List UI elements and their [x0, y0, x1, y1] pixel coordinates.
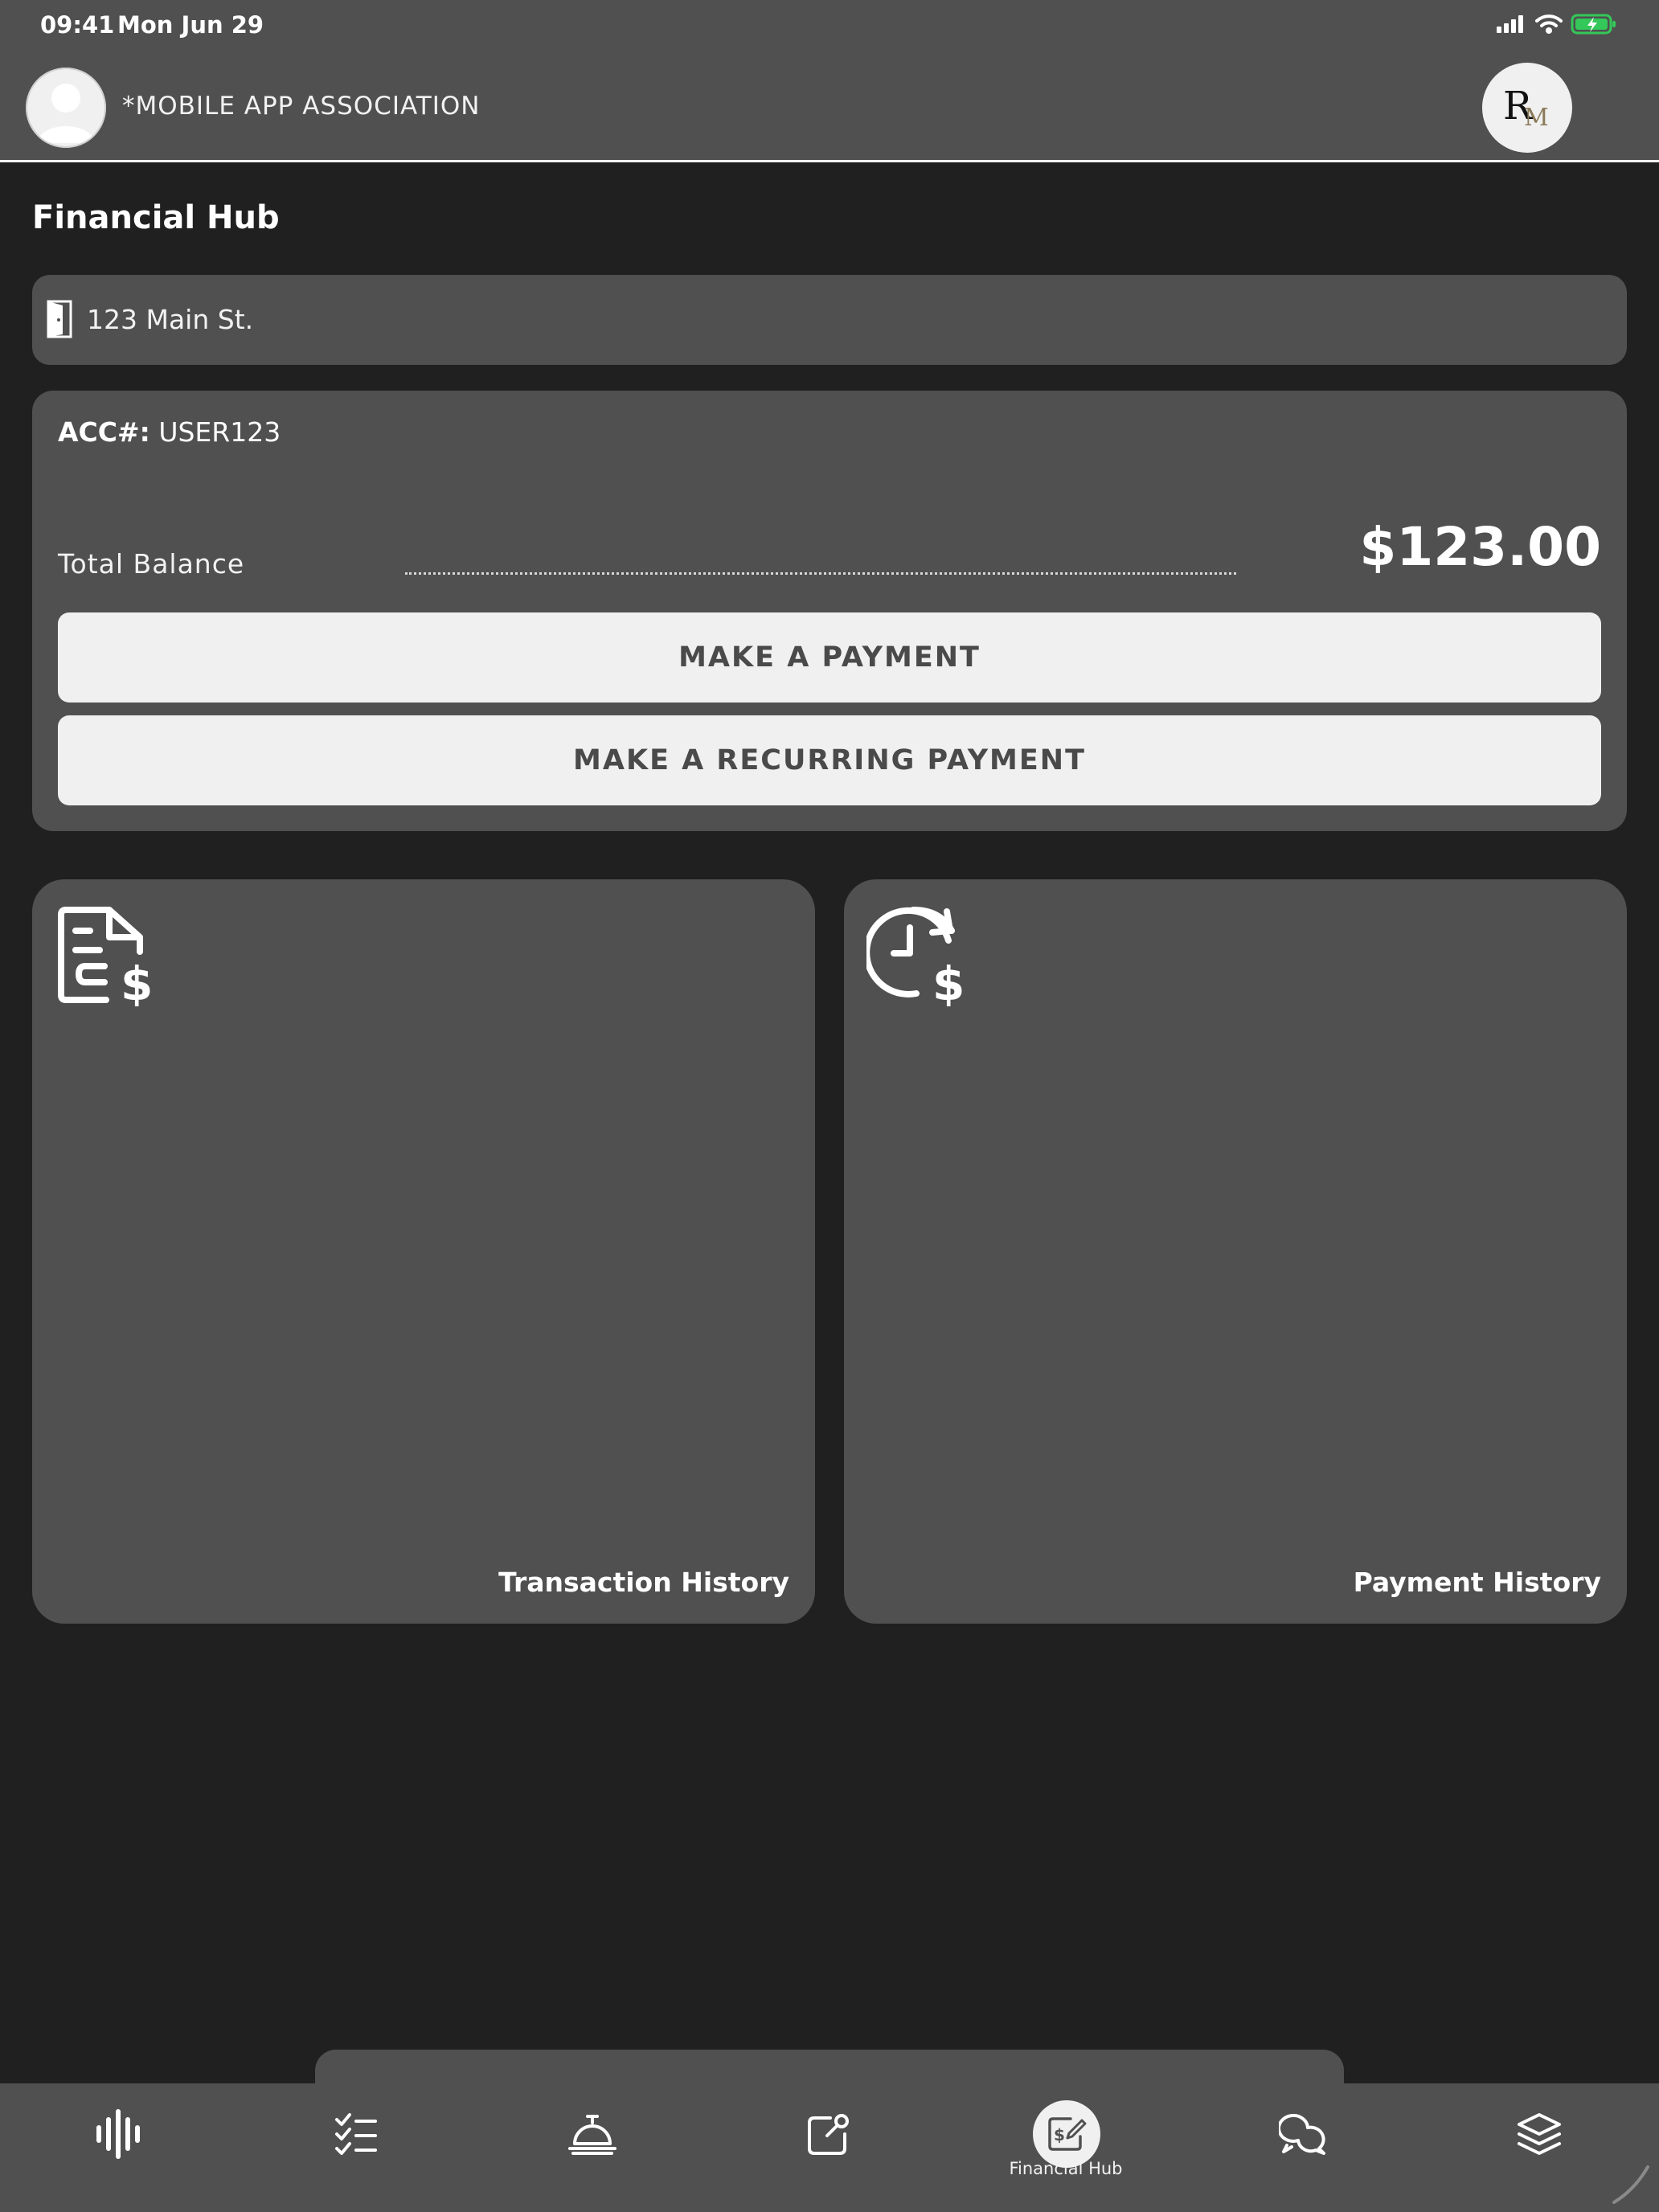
app-header: *MOBILE APP ASSOCIATION R M [0, 51, 1659, 162]
svg-text:$: $ [1054, 2125, 1065, 2144]
address-text: 123 Main St. [87, 304, 254, 335]
status-bar: 09:41 Mon Jun 29 [0, 0, 1659, 51]
balance-leader-divider [405, 572, 1236, 575]
audio-wave-icon [96, 2109, 140, 2159]
page-title: Financial Hub [32, 199, 280, 236]
logo-letter-m: M [1524, 104, 1549, 132]
nav-item-requests[interactable] [784, 2090, 873, 2178]
nav-item-more[interactable] [1495, 2090, 1583, 2178]
transaction-history-label: Transaction History [498, 1567, 789, 1598]
user-avatar-icon[interactable] [26, 68, 106, 148]
account-number-value: USER123 [158, 416, 281, 448]
service-bell-icon [568, 2115, 616, 2155]
svg-text:$: $ [121, 956, 153, 1006]
brand-logo[interactable]: R M [1482, 63, 1572, 153]
wifi-icon [1535, 14, 1563, 34]
clock-dollar-icon: $ [866, 907, 965, 1006]
balance-label: Total Balance [58, 548, 245, 580]
transaction-history-tile[interactable]: $ Transaction History [32, 879, 815, 1624]
payment-history-label: Payment History [1353, 1567, 1601, 1598]
layers-icon [1518, 2113, 1561, 2155]
account-card: ACC#: USER123 Total Balance $123.00 MAKE… [32, 391, 1627, 831]
nav-item-concierge[interactable] [548, 2090, 637, 2178]
edit-square-icon [808, 2114, 849, 2155]
door-icon [47, 300, 72, 338]
dollar-document-edit-icon: $ [1048, 2117, 1087, 2151]
status-icons [1495, 13, 1617, 35]
nav-item-activity[interactable] [74, 2090, 162, 2178]
status-date: Mon Jun 29 [117, 11, 264, 39]
organization-name: *MOBILE APP ASSOCIATION [122, 92, 481, 121]
nav-active-indicator: $ [1033, 2100, 1100, 2168]
battery-charging-icon [1571, 14, 1616, 35]
nav-item-tasks[interactable] [312, 2090, 400, 2178]
svg-text:$: $ [932, 956, 965, 1006]
account-number-label: ACC#: [58, 416, 150, 448]
checklist-icon [335, 2113, 377, 2155]
invoice-dollar-icon: $ [58, 907, 153, 1006]
nav-item-financial-hub-label: Financial Hub [1009, 2159, 1123, 2178]
cellular-signal-icon [1497, 15, 1523, 33]
payment-history-tile[interactable]: $ Payment History [844, 879, 1627, 1624]
chat-bubbles-icon [1279, 2113, 1325, 2155]
property-selector[interactable]: 123 Main St. [32, 275, 1627, 365]
resize-grabber-icon [1612, 2165, 1649, 2204]
account-number: ACC#: USER123 [58, 416, 281, 448]
nav-item-messages[interactable] [1259, 2090, 1347, 2178]
make-payment-button[interactable]: MAKE A PAYMENT [58, 612, 1601, 703]
make-recurring-payment-button[interactable]: MAKE A RECURRING PAYMENT [58, 715, 1601, 805]
balance-amount: $123.00 [1359, 516, 1601, 578]
status-time: 09:41 [40, 11, 115, 39]
